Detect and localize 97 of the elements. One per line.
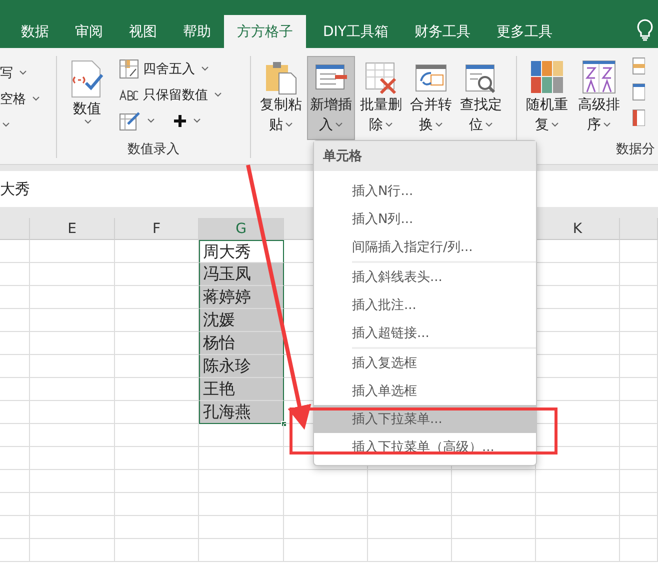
column-header[interactable]: F: [115, 218, 199, 240]
caret-icon: [147, 118, 155, 124]
menu-item[interactable]: 插入N行...: [314, 177, 536, 205]
group-label: 数值录入: [126, 141, 180, 158]
plus-icon[interactable]: [173, 114, 187, 128]
grid-cell: [620, 516, 658, 539]
grid-cell: [620, 493, 658, 516]
grid-cell: [620, 424, 658, 447]
ribbon-button[interactable]: 查找定位: [457, 56, 505, 140]
caret-icon: [485, 122, 493, 128]
ribbon-tab[interactable]: 方方格子: [224, 15, 306, 48]
menu-item[interactable]: 间隔插入指定行/列...: [314, 233, 536, 261]
caret-icon: [201, 66, 209, 72]
grid-cell: [0, 240, 30, 263]
caret-icon: [193, 118, 201, 124]
percent-table-icon: [119, 59, 139, 79]
grid-cell: [0, 516, 30, 539]
grid-cell: [0, 539, 30, 562]
ribbon-menu-button[interactable]: 空格: [0, 86, 50, 112]
grid-cell: [0, 470, 30, 493]
grid-cell: [620, 286, 658, 309]
table-cell: 周大秀: [199, 240, 284, 263]
grid-cell: [0, 332, 30, 355]
caret-icon: [32, 96, 40, 102]
ribbon-tab[interactable]: DIY工具箱: [310, 15, 402, 48]
menu-item[interactable]: 插入复选框: [314, 349, 536, 377]
ribbon-tab[interactable]: 审阅: [62, 15, 116, 48]
caret-icon: [285, 122, 293, 128]
grid-cell: [620, 355, 658, 378]
caret-icon: [385, 122, 393, 128]
lightbulb-icon[interactable]: [636, 18, 654, 42]
grid-cell: [620, 539, 658, 562]
caret-icon: [19, 70, 27, 76]
menu-header: 单元格: [314, 141, 536, 171]
grid-cell: [0, 286, 30, 309]
ribbon-button[interactable]: 随机重复: [523, 56, 571, 140]
clipboard-icon: [263, 59, 299, 95]
menu-item[interactable]: 插入斜线表头...: [314, 263, 536, 291]
color-grid-icon: [529, 59, 565, 95]
caret-icon: [551, 122, 559, 128]
grid-cell: [0, 378, 30, 401]
menu-item[interactable]: 插入N列...: [314, 205, 536, 233]
table-cell: 蒋婷婷: [199, 286, 284, 309]
grid-cell: [620, 332, 658, 355]
grid-cell: [620, 470, 658, 493]
ribbon-tab[interactable]: 更多工具: [483, 15, 566, 48]
grid-cell: [0, 263, 30, 286]
ribbon-menu-button[interactable]: 四舍五入: [119, 56, 222, 82]
grid-cell: [620, 401, 658, 424]
table-edit-icon[interactable]: [119, 111, 141, 131]
ribbon-tab[interactable]: 财务工具: [401, 15, 484, 48]
grid-cell: [620, 309, 658, 332]
grid-cell: [0, 493, 30, 516]
menu-item[interactable]: 插入超链接...: [314, 319, 536, 347]
ribbon-tab[interactable]: 视图: [116, 15, 170, 48]
ribbon-menu-button[interactable]: 只保留数值: [119, 82, 222, 108]
ribbon-menu-button[interactable]: 写: [0, 60, 50, 86]
column-header[interactable]: K: [536, 218, 620, 240]
column-header[interactable]: G: [199, 218, 284, 240]
ribbon-button[interactable]: 新增插入: [307, 56, 355, 140]
caret-icon: [435, 122, 443, 128]
table-cell: 陈永珍: [199, 355, 284, 378]
ribbon-button[interactable]: 合并转换: [407, 56, 455, 140]
table-cell: 王艳: [199, 378, 284, 401]
table-cell: 沈媛: [199, 309, 284, 332]
grid-cell: [620, 240, 658, 263]
number-check-icon: [69, 59, 105, 99]
ribbon-button[interactable]: 高级排序: [575, 56, 623, 140]
table-icons-drawing: [631, 56, 645, 126]
caret-icon: [603, 122, 611, 128]
grid-cell: [0, 424, 30, 447]
table-cell: 杨怡: [199, 332, 284, 355]
table-cell: 冯玉凤: [199, 263, 284, 286]
ribbon-tab[interactable]: 帮助: [170, 15, 224, 48]
ribbon-button[interactable]: 批量删除: [357, 56, 405, 140]
grid-cell: [620, 263, 658, 286]
group-label: 数据分: [615, 141, 655, 158]
ribbon-tab[interactable]: 数据: [8, 15, 62, 48]
table-cell: 孔海燕: [199, 401, 284, 424]
grid-cell: [0, 355, 30, 378]
column-header[interactable]: E: [30, 218, 115, 240]
sort-icon: [581, 59, 617, 95]
caret-icon: [214, 92, 222, 98]
grid-cell: [0, 447, 30, 470]
menu-item[interactable]: 插入批注...: [314, 291, 536, 319]
formula-value: 大秀: [0, 180, 30, 198]
ribbon-button[interactable]: 复制粘贴: [257, 56, 305, 140]
grid-cell: [0, 309, 30, 332]
grid-cell: [620, 378, 658, 401]
grid-cell: [0, 401, 30, 424]
menu-item[interactable]: 插入单选框: [314, 377, 536, 405]
grid-cell: [620, 447, 658, 470]
abc-icon: [119, 88, 139, 102]
number-button[interactable]: 数值: [63, 56, 111, 140]
caret-icon: [335, 122, 343, 128]
caret-icon: [84, 119, 92, 125]
caret-icon: [2, 122, 10, 128]
